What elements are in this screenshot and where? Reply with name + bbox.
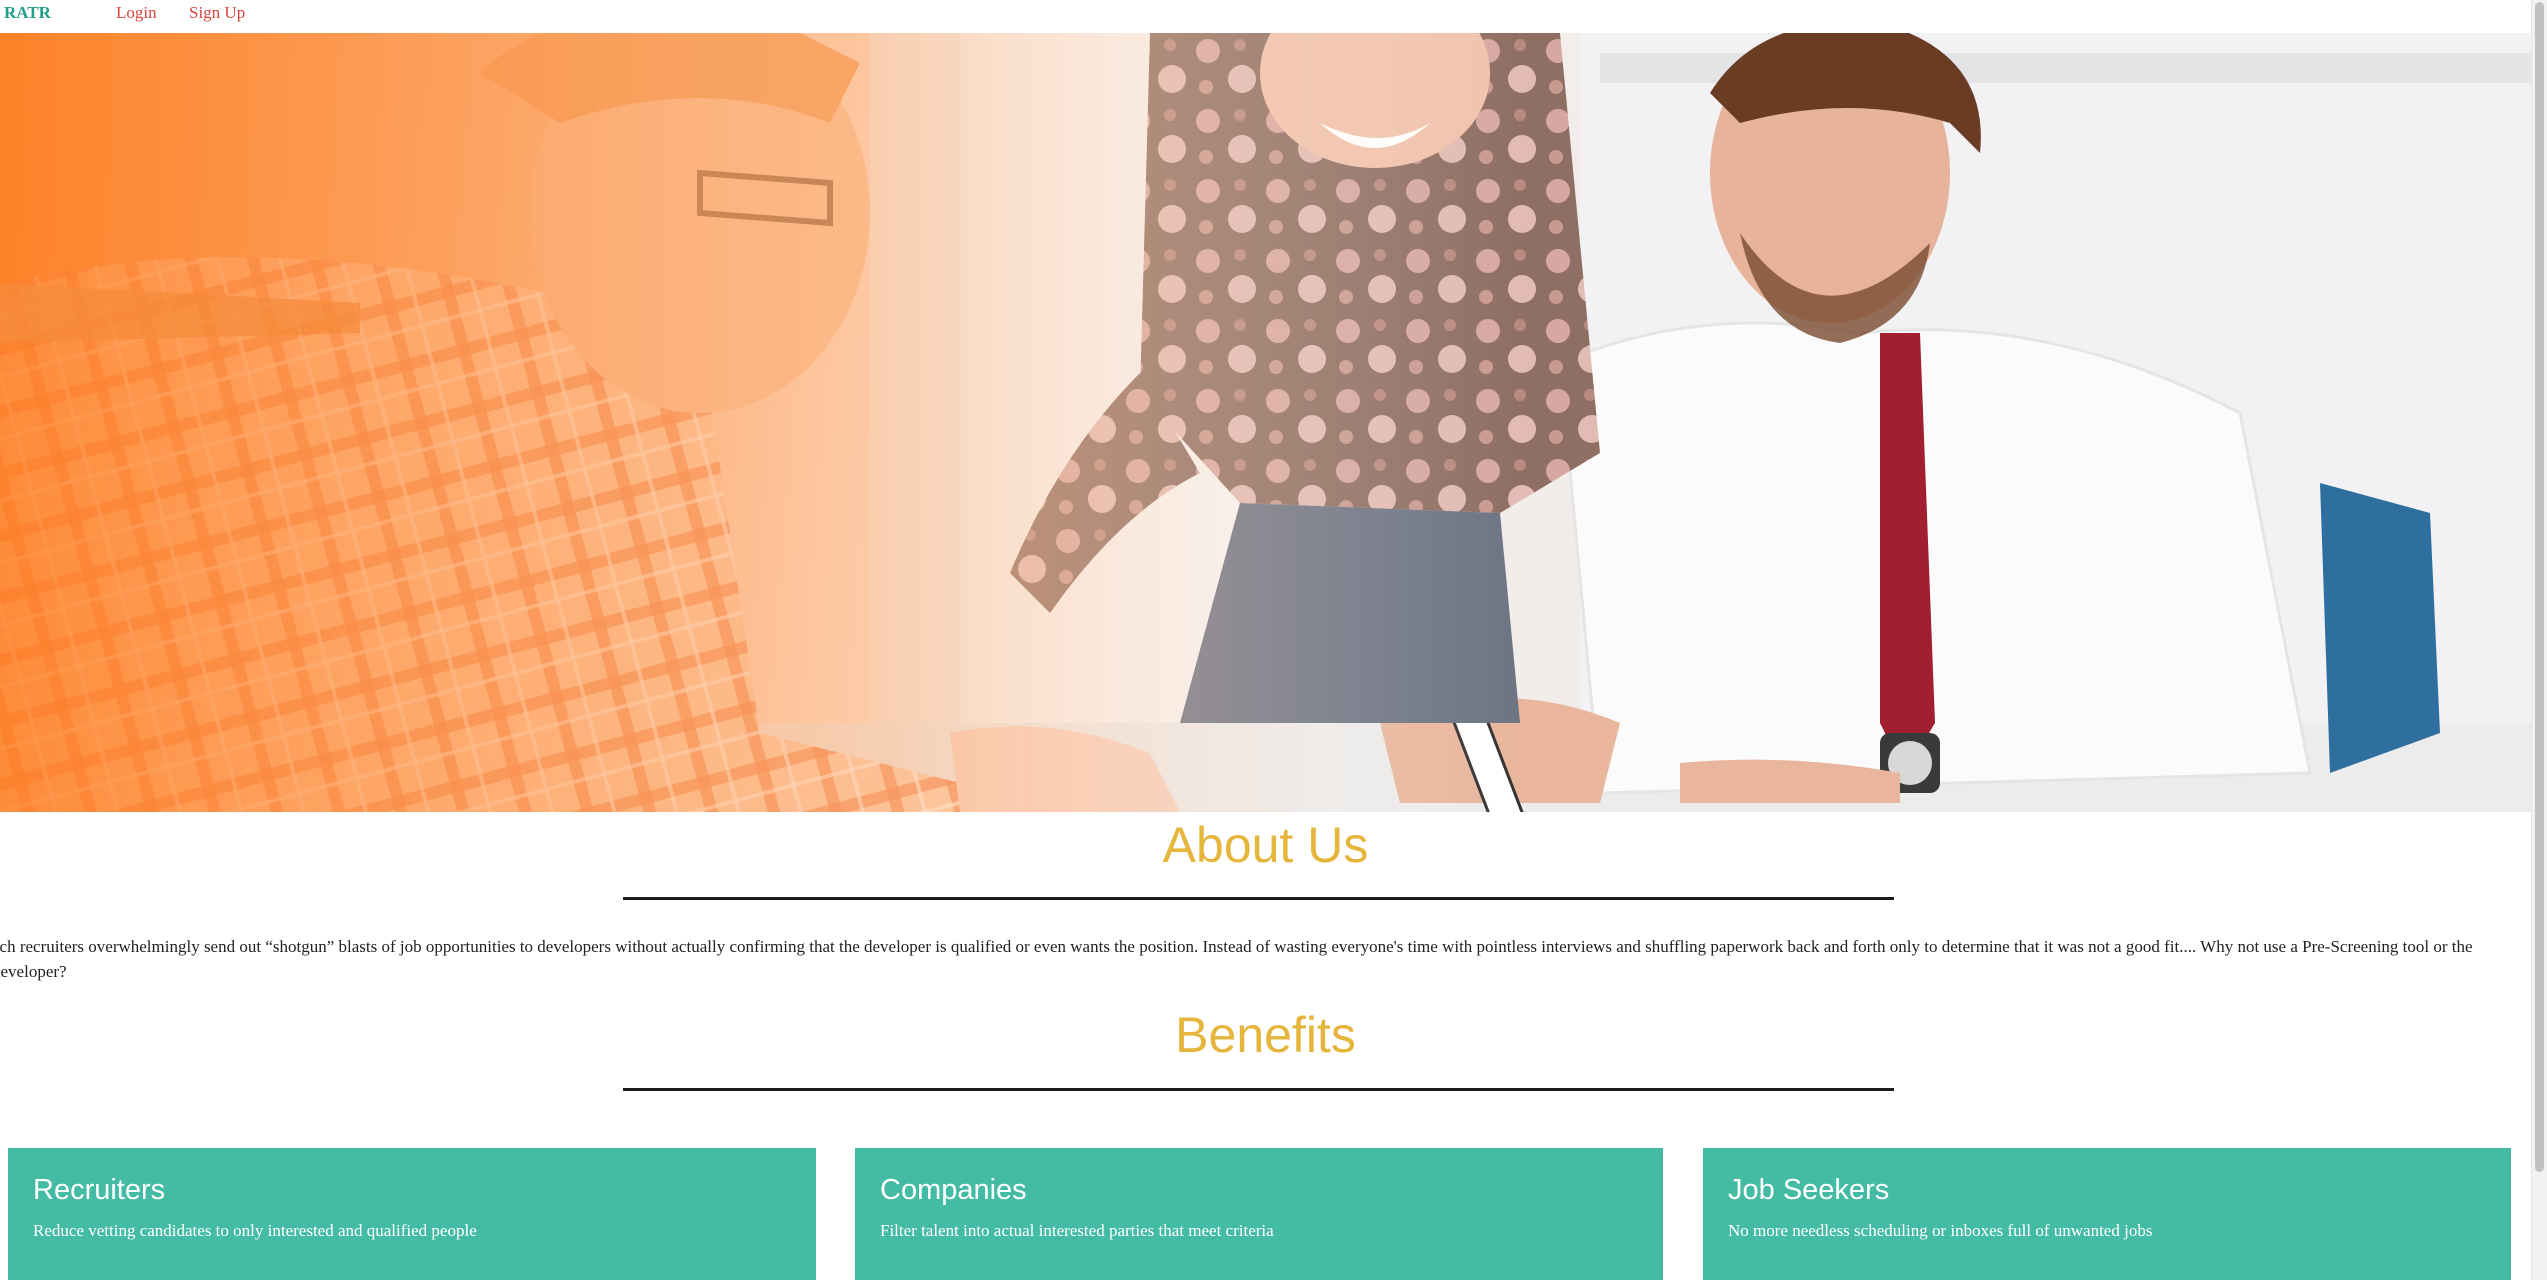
- page: RATR Login Sign Up About Us ch recruiter…: [0, 0, 2547, 1280]
- hero-photo-illustration: [0, 33, 2531, 812]
- about-text: ech recruiters overwhelmingly send out “…: [0, 937, 2473, 981]
- about-divider: [623, 897, 1894, 900]
- top-nav: RATR Login Sign Up: [0, 0, 2531, 33]
- benefit-card-text: Filter talent into actual interested par…: [880, 1221, 1274, 1240]
- benefits-divider: [623, 1088, 1894, 1091]
- benefit-card-recruiters: Recruiters Reduce vetting candidates to …: [8, 1148, 816, 1280]
- brand-logo[interactable]: RATR: [4, 3, 51, 23]
- benefit-card-job-seekers: Job Seekers No more needless scheduling …: [1703, 1148, 2511, 1280]
- main-content: RATR Login Sign Up About Us ch recruiter…: [0, 0, 2531, 1280]
- benefit-card-title: Companies: [880, 1174, 1027, 1206]
- hero-image: [0, 33, 2531, 812]
- benefit-card-title: Job Seekers: [1728, 1174, 1890, 1206]
- login-link[interactable]: Login: [116, 3, 157, 23]
- about-title: About Us: [1162, 817, 1369, 873]
- scrollbar-thumb[interactable]: [2535, 2, 2544, 1172]
- vertical-scrollbar[interactable]: [2531, 0, 2547, 1280]
- benefit-card-title: Recruiters: [33, 1174, 166, 1206]
- signup-link[interactable]: Sign Up: [189, 3, 245, 23]
- benefit-card-text: Reduce vetting candidates to only intere…: [33, 1221, 477, 1240]
- benefit-card-companies: Companies Filter talent into actual inte…: [855, 1148, 1663, 1280]
- benefits-title: Benefits: [1175, 1007, 1356, 1063]
- benefit-card-text: No more needless scheduling or inboxes f…: [1728, 1221, 2153, 1240]
